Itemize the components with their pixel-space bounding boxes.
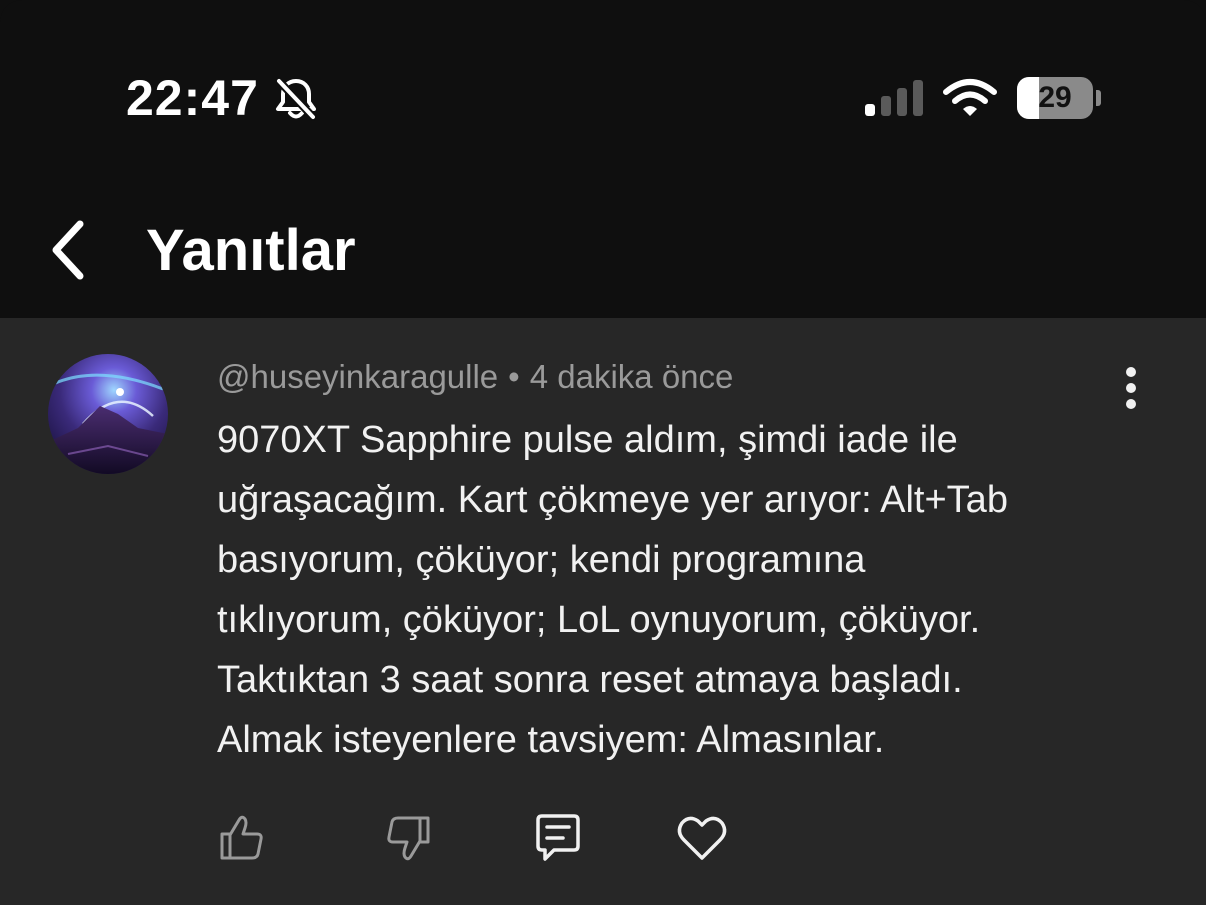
battery-level: 29 bbox=[1038, 81, 1072, 114]
comment-timestamp: 4 dakika önce bbox=[529, 358, 734, 395]
comment-line: uğraşacağım. Kart çökmeye yer arıyor: Al… bbox=[217, 479, 1008, 521]
comment-line: basıyorum, çöküyor; kendi programına bbox=[217, 539, 866, 581]
thumbs-down-icon[interactable] bbox=[378, 808, 438, 868]
screen: 22:47 29 Yanıtlar @huseyinkaragulle • 4 … bbox=[0, 0, 1206, 905]
heart-icon[interactable] bbox=[672, 808, 732, 868]
comment-line: tıklıyorum, çöküyor; LoL oynuyorum, çökü… bbox=[217, 599, 981, 641]
bell-slash-icon bbox=[275, 77, 317, 121]
cellular-signal-icon bbox=[865, 80, 923, 116]
comment-line: Taktıktan 3 saat sonra reset atmaya başl… bbox=[217, 659, 963, 701]
comment-author[interactable]: @huseyinkaragulle bbox=[217, 358, 498, 395]
avatar[interactable] bbox=[48, 354, 168, 474]
reply-icon[interactable] bbox=[528, 808, 588, 868]
battery-body: 29 bbox=[1017, 77, 1093, 119]
comment-actions bbox=[0, 808, 1206, 868]
status-time: 22:47 bbox=[126, 70, 259, 126]
comment-line: 9070XT Sapphire pulse aldım, şimdi iade … bbox=[217, 419, 958, 461]
wifi-icon bbox=[943, 79, 997, 116]
battery-icon: 29 bbox=[1017, 77, 1101, 119]
comment-meta: @huseyinkaragulle • 4 dakika önce bbox=[217, 356, 733, 398]
comment-line: Almak isteyenlere tavsiyem: Almasınlar. bbox=[217, 719, 885, 761]
chevron-left-icon[interactable] bbox=[34, 214, 106, 286]
comment-item: @huseyinkaragulle • 4 dakika önce 9070XT S… bbox=[0, 318, 1206, 905]
header: Yanıtlar bbox=[0, 190, 1206, 318]
battery-cap bbox=[1096, 90, 1101, 106]
thumbs-up-icon[interactable] bbox=[212, 808, 272, 868]
status-bar: 22:47 29 bbox=[0, 0, 1206, 190]
meta-separator: • bbox=[508, 358, 520, 395]
more-vertical-icon[interactable] bbox=[1110, 364, 1152, 416]
page-title: Yanıtlar bbox=[146, 218, 356, 283]
comment-body: 9070XT Sapphire pulse aldım, şimdi iade … bbox=[217, 410, 1137, 770]
